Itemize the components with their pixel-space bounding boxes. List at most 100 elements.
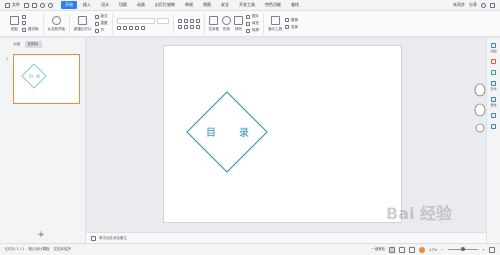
tab-search[interactable]: 查找 <box>287 1 303 9</box>
tab-special[interactable]: 特色功能 <box>261 1 285 9</box>
align-center-icon[interactable] <box>183 24 188 29</box>
slide-info: 幻灯片 1 / 1 <box>5 247 25 251</box>
play-from-current-button[interactable]: 从当前开始 <box>48 15 65 32</box>
reset-button[interactable]: 重置 <box>94 21 108 26</box>
tab-animation[interactable]: 动画 <box>133 1 149 9</box>
layout-icon <box>94 14 99 19</box>
tab-outline[interactable]: 大纲 <box>10 41 23 48</box>
zoom-slider[interactable] <box>448 247 479 251</box>
strike-icon[interactable] <box>134 25 139 30</box>
select-button[interactable]: 选择 <box>285 25 298 30</box>
slide-graphic: 目 录 <box>186 91 268 173</box>
tab-slideshow[interactable]: 幻灯片放映 <box>151 1 179 9</box>
slide-canvas[interactable]: 目 录 <box>163 45 402 223</box>
theme-name[interactable]: 默认设计模板 <box>28 247 49 252</box>
tab-view[interactable]: 视图 <box>199 1 215 9</box>
slide-sorter-icon[interactable] <box>399 246 406 253</box>
outdent-icon[interactable] <box>195 18 200 23</box>
replace-button[interactable]: 替换 <box>285 18 298 23</box>
play-icon <box>51 15 61 25</box>
font-name-select[interactable] <box>116 17 155 24</box>
tab-developer[interactable]: 开发工具 <box>235 1 259 9</box>
title-char-1: 目 <box>206 128 216 139</box>
sidebar-item-template[interactable] <box>491 70 496 75</box>
slideshow-group: 从当前开始 <box>44 12 70 35</box>
save-icon[interactable] <box>24 2 29 8</box>
underline-icon[interactable] <box>128 25 133 30</box>
tab-security[interactable]: 安全 <box>217 1 233 9</box>
indent-icon[interactable] <box>189 18 194 23</box>
sidebar-item-settings[interactable] <box>491 124 496 129</box>
doc-status[interactable]: 文档未保护 <box>53 247 71 252</box>
reading-view-icon[interactable] <box>409 246 416 253</box>
zoom-level[interactable]: 47% <box>429 248 437 252</box>
textbox-label: 文本框 <box>208 26 220 31</box>
sync-status[interactable]: 未同步 <box>453 2 465 8</box>
outline-button[interactable]: 轮廓 <box>246 28 259 33</box>
help-icon[interactable] <box>481 2 486 8</box>
zoom-out-icon[interactable]: − <box>441 248 444 252</box>
undo-icon[interactable] <box>40 2 45 8</box>
tab-home[interactable]: 开始 <box>61 1 77 9</box>
more-icon[interactable] <box>490 2 495 8</box>
diamond-shape[interactable] <box>186 91 268 173</box>
italic-icon[interactable] <box>122 25 127 30</box>
justify-icon[interactable] <box>195 24 200 29</box>
cut-button[interactable] <box>22 15 39 19</box>
cut-icon <box>22 15 26 19</box>
slide-thumbnail[interactable]: 目 录 <box>13 54 80 104</box>
beautify-button[interactable]: 一键美化 <box>371 247 385 252</box>
new-slide-label: 新建幻灯片 <box>74 26 92 31</box>
sidebar-item-layers[interactable] <box>491 113 496 118</box>
font-color-icon[interactable] <box>140 25 145 30</box>
fit-window-icon[interactable] <box>489 246 495 253</box>
tab-slides[interactable]: 幻灯片 <box>25 41 42 48</box>
property-icon <box>490 97 496 102</box>
tab-review[interactable]: 审阅 <box>181 1 197 9</box>
format-painter-button[interactable]: 格式刷 <box>22 27 39 32</box>
add-slide-button[interactable]: + <box>37 231 45 240</box>
sidebar-label-property: 属性 <box>490 103 497 107</box>
animation-icon <box>490 43 496 48</box>
share-button[interactable]: 分享 <box>469 2 477 8</box>
sidebar-item-property[interactable]: 属性 <box>490 97 497 107</box>
sidebar-item-shape[interactable]: 形状 <box>490 81 497 91</box>
align-left-icon[interactable] <box>177 24 182 29</box>
textbox-button[interactable]: 文本框 <box>208 15 220 32</box>
section-button[interactable]: 节 <box>94 28 108 33</box>
play-slideshow-icon[interactable] <box>419 246 426 253</box>
bold-icon[interactable] <box>116 25 121 30</box>
arrange-button[interactable]: 排列 <box>234 15 243 32</box>
number-list-icon[interactable] <box>183 18 188 23</box>
bullet-list-icon[interactable] <box>177 18 182 23</box>
replace-label: 替换 <box>291 17 298 22</box>
file-menu[interactable]: 文件 <box>0 0 24 11</box>
fill-button[interactable]: 填充 <box>246 21 259 26</box>
align-right-icon[interactable] <box>189 24 194 29</box>
present-tools-button[interactable]: 演示工具 <box>268 15 282 32</box>
section-icon <box>94 28 99 33</box>
thumb-char-2: 录 <box>36 73 40 79</box>
print-icon[interactable] <box>32 2 37 8</box>
sidebar-item-animation[interactable]: 动画 <box>490 43 497 53</box>
new-slide-button[interactable]: 新建幻灯片 <box>74 15 92 32</box>
picture-button[interactable]: 图片 <box>246 14 259 19</box>
zoom-slider-knob[interactable] <box>461 247 466 251</box>
tab-design[interactable]: 设计 <box>97 1 113 9</box>
copy-button[interactable] <box>22 21 39 25</box>
slide-panel: 大纲 幻灯片 1 目 录 + <box>0 38 86 243</box>
sidebar-item-star[interactable] <box>491 59 496 64</box>
tab-insert[interactable]: 插入 <box>79 1 95 9</box>
notes-area[interactable]: 单击此处添加备注 <box>86 232 486 243</box>
tab-transition[interactable]: 切换 <box>115 1 131 9</box>
ribbon-toolbar: 粘贴 格式刷 从当前开始 新建幻灯片 版式 重置 节 文本框 形状 排列 图片 … <box>0 11 500 37</box>
shapes-button[interactable]: 形状 <box>222 15 231 32</box>
zoom-in-icon[interactable]: + <box>482 248 485 252</box>
font-size-select[interactable] <box>156 17 169 24</box>
layout-button[interactable]: 版式 <box>94 14 108 19</box>
paragraph-group <box>174 12 205 35</box>
normal-view-icon[interactable] <box>389 246 396 253</box>
ribbon-tabs: 开始 插入 设计 切换 动画 幻灯片放映 审阅 视图 安全 开发工具 特色功能 … <box>61 1 303 9</box>
paste-button[interactable]: 粘贴 <box>10 15 19 32</box>
redo-icon[interactable] <box>48 2 53 8</box>
